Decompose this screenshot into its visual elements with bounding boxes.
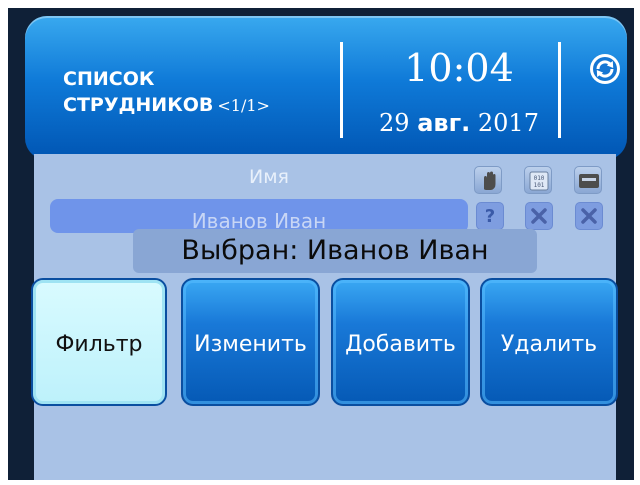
svg-text:010: 010	[534, 175, 545, 182]
add-button-label: Добавить	[345, 332, 456, 357]
close-icon[interactable]	[575, 202, 603, 230]
selected-employee-banner: Выбран: Иванов Иван	[133, 229, 537, 273]
title-line-2: СТРУДНИКОВ	[63, 94, 214, 116]
svg-text:101: 101	[534, 182, 545, 189]
pagination: <1/1>	[217, 96, 270, 115]
date-display: 29 авг. 2017	[350, 108, 568, 138]
header-bar: СПИСОК СТРУДНИКОВ <1/1> 10:04 29 авг. 201…	[25, 16, 627, 160]
column-header-name: Имя	[249, 166, 289, 188]
date-year: 2017	[477, 109, 539, 137]
close-icon[interactable]	[525, 202, 553, 230]
edit-button-label: Изменить	[194, 332, 307, 357]
delete-button-label: Удалить	[500, 332, 598, 357]
clock-time: 10:04	[404, 46, 514, 90]
divider-right	[558, 42, 561, 138]
status-unknown-button[interactable]: ?	[476, 202, 504, 230]
refresh-icon[interactable]	[588, 52, 622, 86]
hand-icon	[474, 166, 502, 194]
date-day: 29	[379, 109, 410, 137]
list-item[interactable]: Иванов Иван	[50, 199, 468, 233]
card-icon	[574, 166, 602, 194]
page-title: СПИСОК СТРУДНИКОВ <1/1>	[63, 66, 270, 119]
filter-button-label: Фильтр	[55, 332, 143, 357]
status-label: ?	[484, 206, 496, 227]
date-month: авг.	[417, 109, 471, 137]
add-button[interactable]: Добавить	[331, 278, 470, 406]
device-screen: СПИСОК СТРУДНИКОВ <1/1> 10:04 29 авг. 201…	[8, 8, 634, 480]
filter-button[interactable]: Фильтр	[31, 278, 167, 406]
edit-button[interactable]: Изменить	[181, 278, 320, 406]
title-line-1: СПИСОК	[63, 68, 155, 90]
binary-code-icon: 010 101	[524, 166, 552, 194]
delete-button[interactable]: Удалить	[480, 278, 618, 406]
divider-left	[340, 42, 343, 138]
